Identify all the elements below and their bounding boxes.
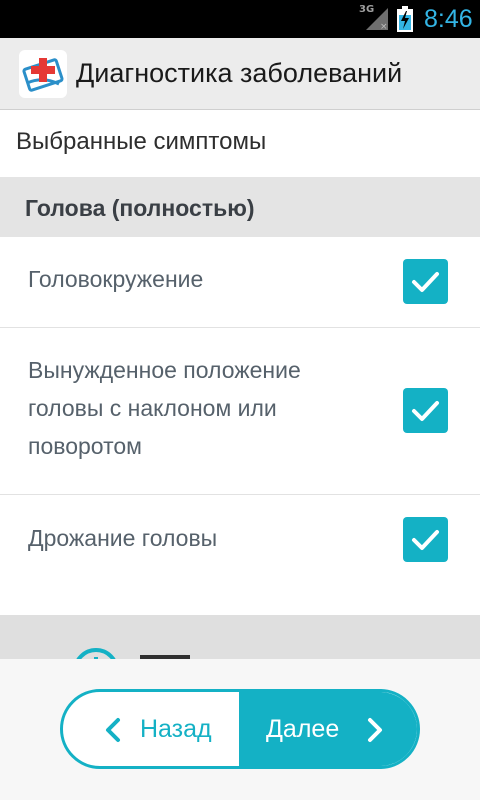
next-button[interactable]: Далее: [239, 692, 417, 766]
symptom-group-header[interactable]: Голова (полностью): [0, 177, 480, 237]
back-button[interactable]: Назад: [63, 692, 239, 766]
battery-charging-icon: [397, 6, 413, 32]
next-label: Далее: [266, 715, 340, 743]
symptom-checkbox[interactable]: [403, 259, 448, 304]
symptom-checkbox[interactable]: [403, 517, 448, 562]
back-label: Назад: [140, 715, 212, 743]
status-bar: 3G × 8:46: [0, 0, 480, 38]
symptom-row[interactable]: Дрожание головы: [0, 495, 480, 615]
action-bar: Диагностика заболеваний: [0, 38, 480, 110]
navigation-footer: Назад Далее: [0, 659, 480, 800]
signal-icon: ×: [366, 8, 388, 30]
symptom-row[interactable]: Вынужденное положение головы с наклоном …: [0, 328, 480, 495]
check-icon: [412, 401, 439, 421]
section-title: Выбранные симптомы: [16, 128, 267, 155]
symptom-row[interactable]: Головокружение: [0, 237, 480, 328]
symptom-label: Вынужденное положение головы с наклоном …: [28, 357, 301, 459]
status-clock: 8:46: [424, 5, 473, 33]
check-icon: [412, 272, 439, 292]
app-title: Диагностика заболеваний: [76, 58, 403, 88]
svg-text:×: ×: [380, 22, 388, 30]
symptom-checkbox[interactable]: [403, 388, 448, 433]
partially-hidden-footer: [0, 615, 480, 660]
chevron-right-icon: [368, 718, 382, 742]
check-icon: [412, 530, 439, 550]
symptom-label: Дрожание головы: [28, 525, 218, 551]
symptom-label: Головокружение: [28, 266, 204, 292]
medical-cross-icon[interactable]: [19, 50, 67, 98]
group-title: Голова (полностью): [25, 195, 255, 221]
navigation-pill: Назад Далее: [60, 689, 420, 769]
chevron-left-icon: [106, 718, 120, 742]
